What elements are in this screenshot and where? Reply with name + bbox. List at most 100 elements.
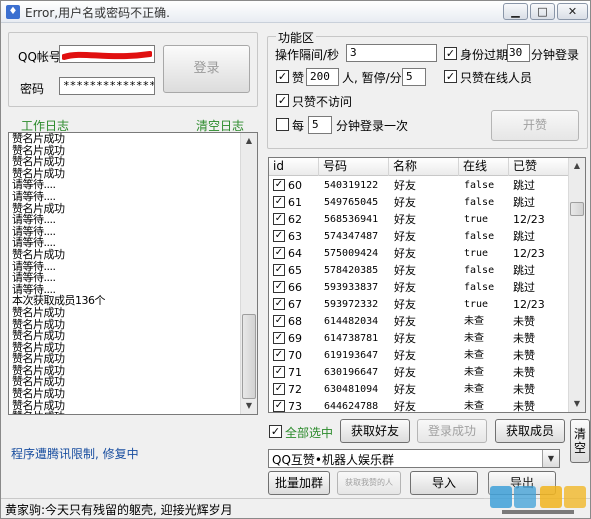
row-checkbox[interactable]: ✓ (273, 213, 285, 225)
login-success-button[interactable]: 登录成功 (417, 419, 487, 443)
friends-table[interactable]: id 号码 名称 在线 已赞 ✓ 60 540319122 好友 false 跳过 ✓ 61 5… (268, 157, 586, 413)
cell-online: 未查 (464, 316, 484, 327)
scroll-down-icon[interactable]: ▼ (569, 396, 585, 412)
clear-button[interactable]: 清空 (570, 419, 590, 463)
like-checkbox[interactable]: ✓ (276, 70, 289, 83)
password-label: 密码 (20, 82, 45, 96)
qq-field[interactable] (59, 45, 155, 63)
table-row[interactable]: ✓ 70 619193647 好友 未查 未赞 (269, 347, 569, 364)
group-select[interactable]: QQ互赞•机器人娱乐群 ▼ (268, 449, 560, 468)
cell-qq: 630481094 (324, 384, 379, 395)
start-like-button[interactable]: 开赞 (491, 110, 579, 141)
like-label: 赞 (292, 71, 305, 85)
nonvisit-checkbox[interactable]: ✓ (276, 94, 289, 107)
table-row[interactable]: ✓ 64 575009424 好友 true 12/23 (269, 245, 569, 262)
online-checkbox[interactable]: ✓ (444, 70, 457, 83)
table-row[interactable]: ✓ 69 614738781 好友 未查 未赞 (269, 330, 569, 347)
expire-field[interactable]: 30 (507, 44, 530, 62)
nonvisit-label: 只赞不访问 (292, 95, 353, 109)
row-checkbox[interactable]: ✓ (273, 383, 285, 395)
row-checkbox[interactable]: ✓ (273, 366, 285, 378)
row-checkbox[interactable]: ✓ (273, 230, 285, 242)
table-row[interactable]: ✓ 65 578420385 好友 false 跳过 (269, 262, 569, 279)
title-bar: ♦ Error,用户名或密码不正确. ▁ □ ✕ (1, 1, 590, 23)
pause-field[interactable]: 5 (402, 68, 426, 86)
select-all-checkbox[interactable]: ✓ (269, 425, 282, 438)
table-row[interactable]: ✓ 73 644624788 好友 未查 未赞 (269, 398, 569, 413)
cell-name: 好友 (394, 315, 416, 328)
cell-id: 67 (288, 298, 302, 311)
log-line: 请等待.... (12, 271, 56, 285)
scroll-up-icon[interactable]: ▲ (241, 133, 257, 149)
cell-online: true (464, 299, 489, 310)
import-button[interactable]: 导入 (410, 471, 478, 495)
table-row[interactable]: ✓ 61 549765045 好友 false 跳过 (269, 194, 569, 211)
cell-liked: 跳过 (513, 179, 535, 192)
row-checkbox[interactable]: ✓ (273, 349, 285, 361)
qq-label: QQ帐号 (18, 50, 61, 64)
table-scroll-thumb[interactable] (570, 202, 584, 216)
row-checkbox[interactable]: ✓ (273, 264, 285, 276)
interval-field[interactable]: 3 (346, 44, 437, 62)
like-count-field[interactable]: 200 (306, 68, 339, 86)
main-window: ♦ Error,用户名或密码不正确. ▁ □ ✕ QQ帐号 密码 *******… (0, 0, 591, 519)
chevron-down-icon[interactable]: ▼ (542, 450, 559, 467)
get-friends-button[interactable]: 获取好友 (340, 419, 410, 443)
cell-id: 73 (288, 400, 302, 413)
cell-qq: 574347487 (324, 231, 379, 242)
col-qq[interactable]: 号码 (319, 158, 389, 176)
table-row[interactable]: ✓ 60 540319122 好友 false 跳过 (269, 177, 569, 194)
col-id[interactable]: id (269, 158, 319, 176)
row-checkbox[interactable]: ✓ (273, 332, 285, 344)
batch-add-group-button[interactable]: 批量加群 (268, 471, 330, 495)
table-row[interactable]: ✓ 72 630481094 好友 未查 未赞 (269, 381, 569, 398)
every-field[interactable]: 5 (308, 116, 332, 134)
row-checkbox[interactable]: ✓ (273, 281, 285, 293)
maximize-button[interactable]: □ (530, 3, 555, 20)
cell-qq: 614482034 (324, 316, 379, 327)
cell-liked: 未赞 (513, 332, 535, 345)
cell-qq: 568536941 (324, 214, 379, 225)
cell-qq: 619193647 (324, 350, 379, 361)
minimize-button[interactable]: ▁ (503, 3, 528, 20)
row-checkbox[interactable]: ✓ (273, 298, 285, 310)
every-label: 每 (292, 119, 305, 133)
cell-liked: 未赞 (513, 383, 535, 396)
row-checkbox[interactable]: ✓ (273, 196, 285, 208)
row-checkbox[interactable]: ✓ (273, 315, 285, 327)
table-row[interactable]: ✓ 62 568536941 好友 true 12/23 (269, 211, 569, 228)
scroll-up-icon[interactable]: ▲ (569, 158, 585, 174)
row-checkbox[interactable]: ✓ (273, 247, 285, 259)
cell-name: 好友 (394, 247, 416, 260)
row-checkbox[interactable]: ✓ (273, 400, 285, 412)
password-field[interactable]: **************** (59, 77, 155, 95)
close-button[interactable]: ✕ (557, 3, 588, 20)
table-row[interactable]: ✓ 68 614482034 好友 未查 未赞 (269, 313, 569, 330)
col-online[interactable]: 在线 (459, 158, 509, 176)
table-row[interactable]: ✓ 67 593972332 好友 true 12/23 (269, 296, 569, 313)
log-textbox[interactable]: 赞名片成功 赞名片成功 赞名片成功 赞名片成功 请等待.... 请等待.... 赞名片成功请… (8, 132, 258, 415)
expire-checkbox[interactable]: ✓ (444, 47, 457, 60)
cell-online: false (464, 180, 495, 191)
pause-label: 人, 暂停/分 (342, 71, 402, 85)
table-row[interactable]: ✓ 63 574347487 好友 false 跳过 (269, 228, 569, 245)
col-liked[interactable]: 已赞 (509, 158, 569, 176)
log-scroll-thumb[interactable] (242, 314, 256, 399)
row-checkbox[interactable]: ✓ (273, 179, 285, 191)
get-members-button[interactable]: 获取成员 (495, 419, 565, 443)
every-checkbox[interactable] (276, 118, 289, 131)
log-scrollbar[interactable]: ▲ ▼ (240, 133, 257, 414)
col-name[interactable]: 名称 (389, 158, 459, 176)
cell-online: false (464, 197, 495, 208)
cell-liked: 未赞 (513, 400, 535, 413)
cell-name: 好友 (394, 179, 416, 192)
table-scrollbar[interactable]: ▲ ▼ (568, 158, 585, 412)
login-button[interactable]: 登录 (163, 45, 250, 93)
get-liked-button[interactable]: 获取我赞的人 (337, 471, 401, 495)
cell-id: 72 (288, 383, 302, 396)
cell-qq: 540319122 (324, 180, 379, 191)
online-label: 只赞在线人员 (460, 71, 533, 85)
scroll-down-icon[interactable]: ▼ (241, 398, 257, 414)
table-row[interactable]: ✓ 66 593933837 好友 false 跳过 (269, 279, 569, 296)
table-row[interactable]: ✓ 71 630196647 好友 未查 未赞 (269, 364, 569, 381)
